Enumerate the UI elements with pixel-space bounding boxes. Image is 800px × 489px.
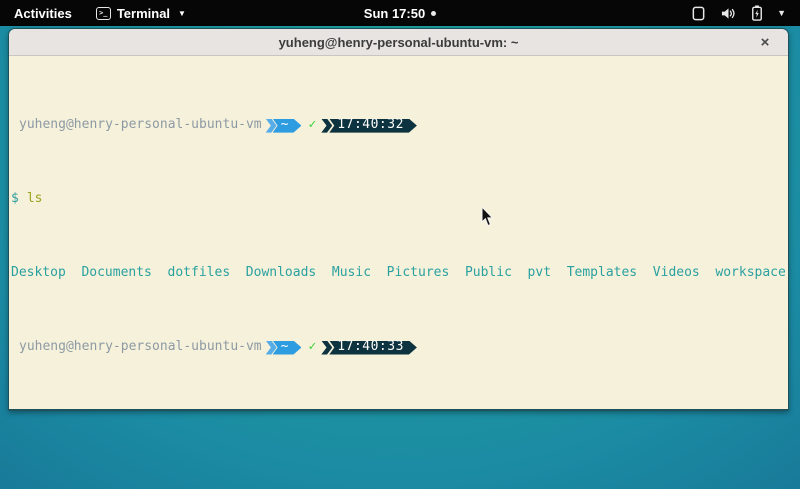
clock-label: Sun 17:50 [364,6,425,21]
app-menu-label: Terminal [117,6,170,21]
ls-output-line: Desktop Documents dotfiles Downloads Mus… [11,266,786,281]
battery-charging-icon [751,5,763,21]
prompt-timestamp: 17:40:32 [329,119,417,133]
system-status-area[interactable]: ▼ [691,0,800,26]
prompt-user: yuheng@henry-personal-ubuntu-vm [19,118,262,133]
command-text: ls [27,192,43,207]
volume-icon [720,6,737,21]
status-check-icon: ✓ [308,340,316,355]
activities-label: Activities [14,6,72,21]
terminal-icon: >_ [96,7,111,20]
prompt-user: yuheng@henry-personal-ubuntu-vm [19,340,262,355]
chevron-down-icon: ▼ [777,8,786,18]
command-line: $ ls [11,192,786,207]
window-title: yuheng@henry-personal-ubuntu-vm: ~ [279,35,519,50]
powerline-chevron-icon [321,119,332,133]
prompt-symbol: $ [11,192,19,207]
prompt-line-1: yuheng@henry-personal-ubuntu-vm ~ ✓ 17:4… [11,118,786,133]
activities-button[interactable]: Activities [0,0,86,26]
prompt-path-segment: ~ [273,341,302,355]
status-check-icon: ✓ [308,118,316,133]
terminal-window: yuheng@henry-personal-ubuntu-vm: ~ × yuh… [8,28,789,411]
top-bar: Activities >_ Terminal ▼ Sun 17:50 ▼ [0,0,800,26]
chevron-down-icon: ▼ [178,9,186,18]
directory-list: Desktop Documents dotfiles Downloads Mus… [11,266,786,281]
powerline-chevron-icon [321,341,332,355]
screen-icon [691,6,706,21]
clock-button[interactable]: Sun 17:50 [364,6,436,21]
prompt-path-segment: ~ [273,119,302,133]
terminal-content[interactable]: yuheng@henry-personal-ubuntu-vm ~ ✓ 17:4… [9,56,788,409]
desktop: { "top_bar": { "activities_label": "Acti… [0,0,800,489]
prompt-line-2: yuheng@henry-personal-ubuntu-vm ~ ✓ 17:4… [11,340,786,355]
window-titlebar[interactable]: yuheng@henry-personal-ubuntu-vm: ~ × [9,29,788,56]
close-icon[interactable]: × [754,29,776,56]
prompt-timestamp: 17:40:33 [329,341,417,355]
notification-dot-icon [431,11,436,16]
app-menu-terminal[interactable]: >_ Terminal ▼ [86,0,196,26]
